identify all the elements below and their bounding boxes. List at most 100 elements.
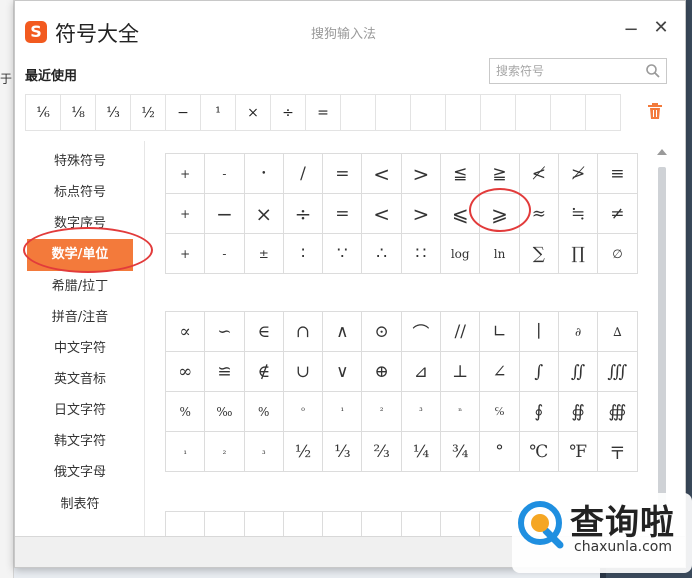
recent-symbol-cell[interactable]: ¹ xyxy=(201,95,236,131)
symbol-cell[interactable]: ln xyxy=(480,234,520,274)
symbol-cell[interactable]: + xyxy=(166,154,206,194)
symbol-cell[interactable]: ∑ xyxy=(519,234,559,274)
symbol-cell[interactable]: ∫ xyxy=(519,352,559,392)
symbol-cell[interactable]: ⊥ xyxy=(441,352,481,392)
sidebar-item-4[interactable]: 数学/单位 xyxy=(27,239,133,271)
sidebar-item-5[interactable]: 希腊/拉丁 xyxy=(25,272,135,302)
symbol-cell-partial[interactable] xyxy=(362,512,402,536)
symbol-cell[interactable]: // xyxy=(441,312,481,352)
sidebar-item-11[interactable]: 俄文字母 xyxy=(25,458,135,488)
symbol-cell[interactable]: ∴ xyxy=(362,234,402,274)
symbol-cell[interactable]: ⁿ xyxy=(441,392,481,432)
symbol-cell[interactable]: ∞ xyxy=(166,352,206,392)
symbol-cell[interactable]: ⊙ xyxy=(362,312,402,352)
sidebar-item-9[interactable]: 日文字符 xyxy=(25,396,135,426)
symbol-cell[interactable]: ³ xyxy=(401,392,442,432)
symbol-cell[interactable]: ∵ xyxy=(323,234,363,274)
sidebar-item-3[interactable]: 数字序号 xyxy=(25,209,135,239)
sidebar-item-1[interactable]: 特殊符号 xyxy=(25,147,135,177)
recent-symbol-cell[interactable]: ⅛ xyxy=(61,95,96,131)
symbol-cell[interactable]: - xyxy=(205,234,245,274)
symbol-cell[interactable]: ≌ xyxy=(205,352,245,392)
symbol-cell[interactable]: ⅔ xyxy=(362,432,402,472)
symbol-cell[interactable]: = xyxy=(323,154,363,194)
sidebar-item-8[interactable]: 英文音标 xyxy=(25,365,135,395)
symbol-cell[interactable]: ¼ xyxy=(401,432,442,472)
symbol-cell[interactable]: ÷ xyxy=(283,194,324,234)
symbol-cell[interactable]: > xyxy=(401,154,442,194)
symbol-cell[interactable]: ⩽ xyxy=(441,194,481,234)
symbol-cell[interactable]: ∬ xyxy=(558,352,599,392)
symbol-cell[interactable]: = xyxy=(323,194,363,234)
symbol-cell[interactable]: ∂ xyxy=(558,312,599,352)
symbol-cell-partial[interactable] xyxy=(205,512,245,536)
symbol-cell[interactable]: ∩ xyxy=(283,312,324,352)
sidebar-item-10[interactable]: 韩文字符 xyxy=(25,427,135,457)
symbol-cell[interactable]: ∅ xyxy=(598,234,638,274)
symbol-cell[interactable]: − xyxy=(205,194,245,234)
recent-symbol-cell[interactable]: − xyxy=(166,95,201,131)
symbol-cell-partial[interactable] xyxy=(245,512,284,536)
symbol-cell[interactable]: ∝ xyxy=(166,312,206,352)
vertical-scrollbar[interactable] xyxy=(653,147,671,537)
sidebar-item-2[interactable]: 标点符号 xyxy=(25,178,135,208)
symbol-cell[interactable]: ¹ xyxy=(323,392,363,432)
symbol-cell-partial[interactable] xyxy=(323,512,363,536)
symbol-cell[interactable]: ∉ xyxy=(244,352,284,392)
symbol-cell[interactable]: ∭ xyxy=(598,352,638,392)
close-button[interactable]: ✕ xyxy=(651,17,671,41)
symbol-cell[interactable]: ₃ xyxy=(244,432,284,472)
symbol-cell[interactable]: 〒 xyxy=(598,432,638,472)
sidebar-item-12[interactable]: 制表符 xyxy=(25,490,135,520)
scroll-up-arrow-icon[interactable] xyxy=(657,149,667,155)
search-box[interactable] xyxy=(489,58,667,84)
symbol-cell[interactable]: ∰ xyxy=(598,392,638,432)
symbol-cell[interactable]: ± xyxy=(244,234,284,274)
symbol-cell[interactable]: ∆ xyxy=(598,312,638,352)
symbol-cell[interactable]: ¾ xyxy=(441,432,481,472)
symbol-cell[interactable]: ∈ xyxy=(244,312,284,352)
symbol-cell-partial[interactable] xyxy=(402,512,442,536)
symbol-cell[interactable]: • xyxy=(244,154,284,194)
symbol-cell[interactable]: ℉ xyxy=(558,432,599,472)
symbol-cell[interactable]: ≦ xyxy=(441,154,481,194)
symbol-cell[interactable]: ∶ xyxy=(283,234,324,274)
symbol-cell[interactable]: ∠ xyxy=(480,352,520,392)
symbol-cell-partial[interactable] xyxy=(284,512,324,536)
symbol-cell[interactable]: ⊕ xyxy=(362,352,402,392)
symbol-cell[interactable]: ⊿ xyxy=(401,352,442,392)
symbol-cell[interactable]: ∯ xyxy=(558,392,599,432)
sidebar-item-7[interactable]: 中文字符 xyxy=(25,334,135,364)
recent-symbol-cell[interactable]: ⅓ xyxy=(96,95,131,131)
minimize-button[interactable]: − xyxy=(621,19,641,41)
symbol-cell[interactable]: ℅ xyxy=(480,392,520,432)
symbol-cell[interactable]: ∣ xyxy=(519,312,559,352)
symbol-cell[interactable]: ∧ xyxy=(323,312,363,352)
trash-icon[interactable] xyxy=(647,102,663,120)
symbol-cell[interactable]: ⩾ xyxy=(480,194,520,234)
symbol-cell[interactable]: ∮ xyxy=(519,392,559,432)
symbol-cell[interactable]: ² xyxy=(362,392,402,432)
symbol-cell[interactable]: ≧ xyxy=(480,154,520,194)
symbol-cell[interactable]: % xyxy=(244,392,284,432)
symbol-cell[interactable]: ∨ xyxy=(323,352,363,392)
symbol-cell[interactable]: < xyxy=(362,194,402,234)
symbol-cell[interactable]: ∽ xyxy=(205,312,245,352)
symbol-cell[interactable]: ₁ xyxy=(166,432,206,472)
recent-symbol-cell[interactable]: ⅙ xyxy=(26,95,61,131)
recent-symbol-cell[interactable]: = xyxy=(306,95,341,131)
symbol-cell[interactable]: + xyxy=(166,194,206,234)
symbol-cell[interactable]: ≠ xyxy=(598,194,638,234)
sidebar-item-6[interactable]: 拼音/注音 xyxy=(25,303,135,333)
title-bar[interactable]: S 符号大全 搜狗输入法 − ✕ xyxy=(15,1,685,59)
recent-symbol-cell[interactable]: × xyxy=(236,95,271,131)
symbol-cell[interactable]: ∟ xyxy=(480,312,520,352)
symbol-cell[interactable]: ℃ xyxy=(519,432,559,472)
recent-symbol-cell[interactable]: ÷ xyxy=(271,95,306,131)
symbol-cell[interactable]: ∷ xyxy=(401,234,442,274)
symbol-cell[interactable]: ∪ xyxy=(283,352,324,392)
symbol-cell[interactable]: ≮ xyxy=(519,154,559,194)
symbol-cell[interactable]: ‰ xyxy=(205,392,245,432)
symbol-cell[interactable]: / xyxy=(283,154,324,194)
symbol-cell[interactable]: ₂ xyxy=(205,432,245,472)
